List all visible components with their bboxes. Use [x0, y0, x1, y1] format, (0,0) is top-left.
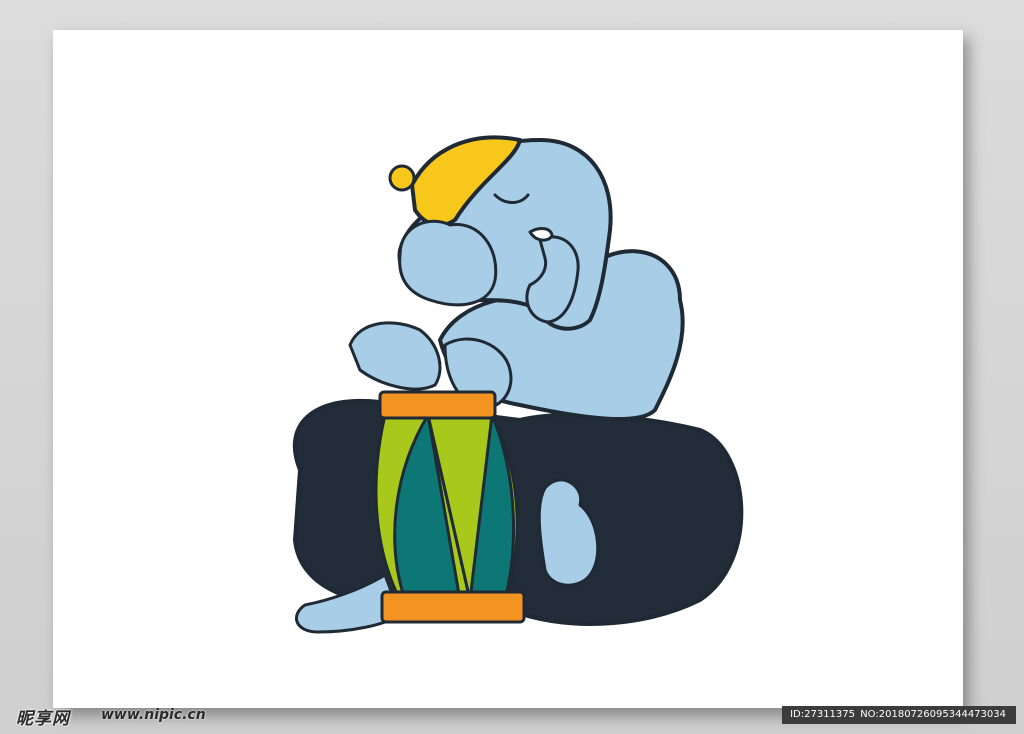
image-id-strip: ID:27311375 NO:20180726095344473034	[782, 706, 1016, 724]
no-label: NO:20180726095344473034	[860, 709, 1006, 720]
artboard	[53, 30, 963, 708]
id-label: ID:27311375	[790, 709, 856, 720]
watermark-url: www.nipic.cn	[101, 707, 206, 723]
cap-knob	[388, 164, 416, 192]
watermark-logo: 昵享网	[16, 709, 70, 729]
elephant-ear	[398, 219, 498, 307]
elephant-drummer-illustration	[292, 135, 744, 634]
arm-left	[348, 321, 442, 391]
drum-bottom-band	[380, 590, 526, 624]
drum-top-band	[378, 390, 497, 420]
